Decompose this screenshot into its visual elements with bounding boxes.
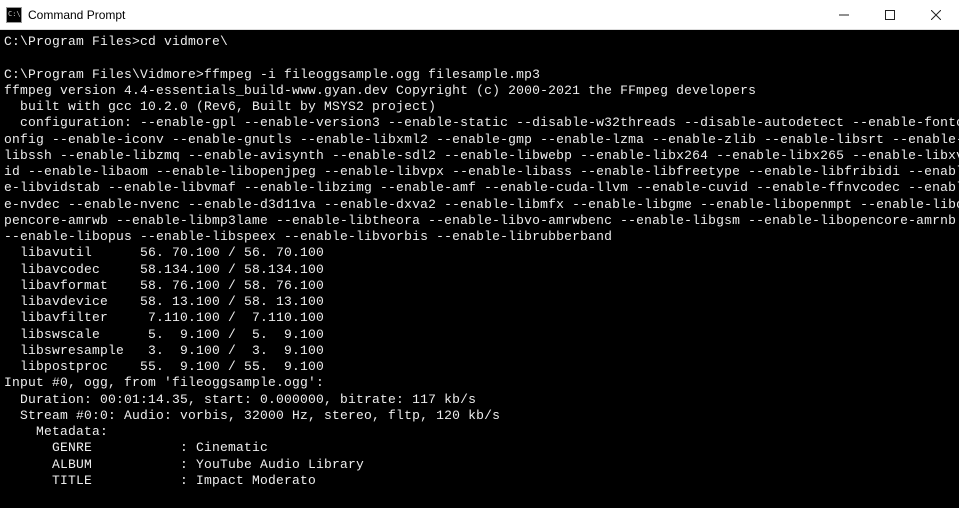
minimize-button[interactable] <box>821 0 867 29</box>
terminal-line: GENRE : Cinematic <box>4 440 955 456</box>
titlebar-left: Command Prompt <box>0 7 125 23</box>
terminal-line: libswscale 5. 9.100 / 5. 9.100 <box>4 327 955 343</box>
terminal-line: libavformat 58. 76.100 / 58. 76.100 <box>4 278 955 294</box>
window-titlebar: Command Prompt <box>0 0 959 30</box>
cmd-icon <box>6 7 22 23</box>
terminal-line: --enable-libopus --enable-libspeex --ena… <box>4 229 955 245</box>
terminal-line: TITLE : Impact Moderato <box>4 473 955 489</box>
terminal-line: Metadata: <box>4 424 955 440</box>
terminal-line: Duration: 00:01:14.35, start: 0.000000, … <box>4 392 955 408</box>
terminal-line: Input #0, ogg, from 'fileoggsample.ogg': <box>4 375 955 391</box>
terminal-line: libavfilter 7.110.100 / 7.110.100 <box>4 310 955 326</box>
window-controls <box>821 0 959 29</box>
terminal-line: pencore-amrwb --enable-libmp3lame --enab… <box>4 213 955 229</box>
maximize-button[interactable] <box>867 0 913 29</box>
terminal-line: libavcodec 58.134.100 / 58.134.100 <box>4 262 955 278</box>
terminal-line: libswresample 3. 9.100 / 3. 9.100 <box>4 343 955 359</box>
terminal-line: configuration: --enable-gpl --enable-ver… <box>4 115 955 131</box>
terminal-line: e-nvdec --enable-nvenc --enable-d3d11va … <box>4 197 955 213</box>
close-button[interactable] <box>913 0 959 29</box>
terminal-line: built with gcc 10.2.0 (Rev6, Built by MS… <box>4 99 955 115</box>
terminal-output[interactable]: C:\Program Files>cd vidmore\ C:\Program … <box>0 30 959 508</box>
terminal-line: Stream #0:0: Audio: vorbis, 32000 Hz, st… <box>4 408 955 424</box>
terminal-line: onfig --enable-iconv --enable-gnutls --e… <box>4 132 955 148</box>
terminal-line: libavdevice 58. 13.100 / 58. 13.100 <box>4 294 955 310</box>
terminal-line: id --enable-libaom --enable-libopenjpeg … <box>4 164 955 180</box>
terminal-line: C:\Program Files\Vidmore>ffmpeg -i fileo… <box>4 67 955 83</box>
terminal-line: libssh --enable-libzmq --enable-avisynth… <box>4 148 955 164</box>
terminal-line: e-libvidstab --enable-libvmaf --enable-l… <box>4 180 955 196</box>
terminal-line: ffmpeg version 4.4-essentials_build-www.… <box>4 83 955 99</box>
terminal-line: libavutil 56. 70.100 / 56. 70.100 <box>4 245 955 261</box>
terminal-line: C:\Program Files>cd vidmore\ <box>4 34 955 50</box>
terminal-line: libpostproc 55. 9.100 / 55. 9.100 <box>4 359 955 375</box>
window-title: Command Prompt <box>28 8 125 22</box>
terminal-line <box>4 50 955 66</box>
terminal-line: ALBUM : YouTube Audio Library <box>4 457 955 473</box>
